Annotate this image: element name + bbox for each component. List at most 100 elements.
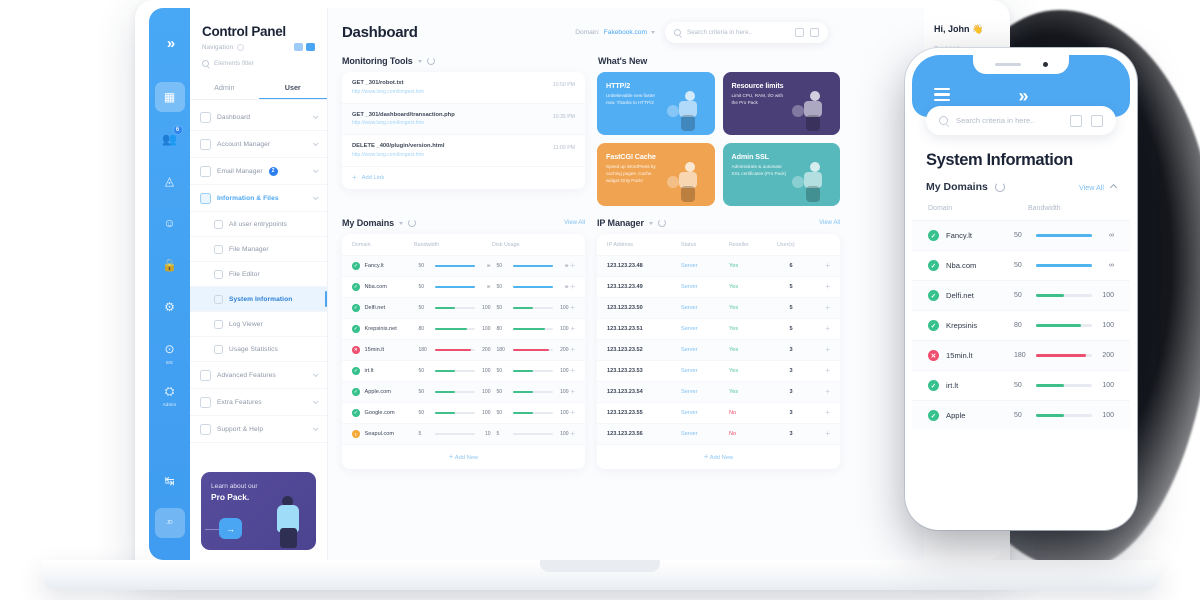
table-row[interactable]: 123.123.23.48 Server Yes 6 +	[597, 255, 840, 276]
sidebar-item-file-manager[interactable]: File Manager	[190, 237, 327, 262]
chevron-up-icon[interactable]	[1109, 183, 1118, 191]
search-input[interactable]: Search criteria in here..	[665, 22, 828, 43]
user-avatar-icon[interactable]: JD	[154, 508, 185, 538]
account-icon[interactable]: ◬	[155, 166, 185, 196]
compose-icon[interactable]	[810, 28, 819, 37]
sidebar-item-dashboard[interactable]: Dashboard	[190, 104, 327, 131]
my-domains-add-new[interactable]: + Add New	[342, 444, 585, 469]
sidebar-item-extra-features[interactable]: Extra Features	[190, 389, 327, 416]
sidebar-item-support-help[interactable]: Support & Help	[190, 416, 327, 443]
phone-table-row[interactable]: ✓ Fancy.lt 50 ∞	[912, 220, 1130, 250]
table-row[interactable]: ✕ 15min.lt 180 200 180 200 +	[342, 339, 585, 360]
table-row[interactable]: ✓ Google.com 50 100 50 100 +	[342, 402, 585, 423]
expand-row-button[interactable]: +	[825, 283, 830, 291]
tab-user[interactable]: User	[258, 76, 327, 99]
add-link-button[interactable]: + Add Link	[342, 167, 585, 189]
monitoring-row[interactable]: GET _301/robot.txt http://www.long.com/lo…	[342, 72, 585, 104]
monitoring-row[interactable]: DELETE _400/plugin/version.html http://ww…	[342, 135, 585, 167]
ip-manager-add-new[interactable]: + Add New	[597, 444, 840, 469]
expand-row-button[interactable]: +	[570, 409, 575, 417]
table-row[interactable]: 123.123.23.54 Server Yes 3 +	[597, 381, 840, 402]
phone-view-all[interactable]: View All	[1079, 183, 1104, 192]
expand-row-button[interactable]: +	[825, 262, 830, 270]
users-icon[interactable]: 👥 6	[155, 124, 185, 154]
phone-table-row[interactable]: ✓ Apple 50 100	[912, 400, 1130, 430]
expand-row-button[interactable]: +	[825, 346, 830, 354]
sidebar-item-all-user-entrypoints[interactable]: All user entrypoints	[190, 212, 327, 237]
table-row[interactable]: 123.123.23.56 Server No 3 +	[597, 423, 840, 444]
view-toggle-group[interactable]	[294, 43, 315, 51]
table-row[interactable]: ✓ Nba.com 50 ∞ 50 ∞ +	[342, 276, 585, 297]
expand-row-button[interactable]: +	[825, 430, 830, 438]
refresh-icon[interactable]	[408, 219, 417, 227]
expand-row-button[interactable]: +	[570, 283, 575, 291]
refresh-icon[interactable]	[994, 182, 1005, 192]
expand-row-button[interactable]: +	[825, 325, 830, 333]
admin-icon[interactable]: ⛭ Admin	[155, 376, 185, 408]
expand-row-button[interactable]: +	[570, 325, 575, 333]
monitoring-row[interactable]: GET _301/dashboard/transaction.php http:/…	[342, 103, 585, 135]
table-row[interactable]: ✓ Fancy.lt 50 ∞ 50 ∞ +	[342, 255, 585, 276]
table-row[interactable]: ✓ Delfi.net 50 100 50 100 +	[342, 297, 585, 318]
whats-new-card[interactable]: HTTP/2 Unbelievable new faster now. Thank…	[597, 72, 715, 135]
table-row[interactable]: 123.123.23.52 Server Yes 3 +	[597, 339, 840, 360]
phone-table-row[interactable]: ✓ irt.lt 50 100	[912, 370, 1130, 400]
table-row[interactable]: ! Seapul.com 5 10 5 100 +	[342, 423, 585, 444]
pro-pack-promo-card[interactable]: Learn about our Pro Pack. →	[201, 472, 316, 550]
chevron-down-icon[interactable]	[399, 221, 404, 225]
refresh-icon[interactable]	[657, 219, 666, 227]
refresh-icon[interactable]	[426, 57, 435, 65]
compose-icon[interactable]	[1091, 114, 1103, 127]
profile-icon[interactable]: ☺	[155, 208, 185, 238]
navigation-help-icon[interactable]	[237, 43, 245, 51]
expand-row-button[interactable]: +	[825, 388, 830, 396]
tab-admin[interactable]: Admin	[190, 76, 259, 99]
filter-icon[interactable]	[795, 28, 804, 37]
my-domains-view-all[interactable]: View All	[564, 220, 585, 226]
whats-new-card[interactable]: Resource limits Limit CPU, RAM, I/O with …	[722, 72, 840, 135]
security-icon[interactable]: 🔒	[155, 250, 185, 280]
table-row[interactable]: 123.123.23.49 Server Yes 5 +	[597, 276, 840, 297]
filter-icon[interactable]	[1070, 114, 1082, 127]
promo-arrow-button[interactable]: →	[219, 518, 242, 539]
sidebar-item-information-files[interactable]: Information & Files	[190, 185, 327, 212]
table-row[interactable]: ✓ Apple.com 50 100 50 100 +	[342, 381, 585, 402]
expand-row-button[interactable]: +	[570, 388, 575, 396]
table-row[interactable]: ✓ Krepsinis.net 80 100 80 100 +	[342, 318, 585, 339]
hamburger-menu-icon[interactable]	[934, 88, 950, 104]
expand-row-button[interactable]: +	[825, 304, 830, 312]
phone-table-row[interactable]: ✓ Krepsinis 80 100	[912, 310, 1130, 340]
sidebar-item-system-information[interactable]: System Information	[190, 287, 327, 312]
sidebar-item-email-manager[interactable]: Email Manager 2	[190, 158, 327, 185]
phone-search-input[interactable]: Search criteria in here..	[926, 106, 1116, 135]
expand-row-button[interactable]: +	[570, 304, 575, 312]
domain-selector[interactable]: Domain: Fakebook.com	[575, 29, 655, 36]
sidebar-item-usage-statistics[interactable]: Usage Statistics	[190, 337, 327, 362]
chevron-down-icon[interactable]	[417, 59, 422, 63]
sidebar-item-account-manager[interactable]: Account Manager	[190, 131, 327, 158]
settings-icon[interactable]: ⚙	[155, 292, 185, 322]
elements-filter-input[interactable]: Elements filter	[202, 60, 315, 67]
expand-row-button[interactable]: +	[570, 346, 575, 354]
sidebar-item-file-editor[interactable]: File Editor	[190, 262, 327, 287]
list-view-icon[interactable]	[294, 43, 303, 51]
language-icon[interactable]: ⊙ EN	[155, 334, 185, 365]
table-row[interactable]: 123.123.23.50 Server Yes 5 +	[597, 297, 840, 318]
logout-icon[interactable]: ↹	[155, 466, 185, 496]
expand-row-button[interactable]: +	[570, 262, 575, 270]
phone-table-row[interactable]: ✓ Nba.com 50 ∞	[912, 250, 1130, 280]
grid-view-icon[interactable]	[306, 43, 315, 51]
expand-row-button[interactable]: +	[570, 430, 575, 438]
chevron-down-icon[interactable]	[648, 221, 653, 225]
dashboard-icon[interactable]: ▦	[154, 82, 185, 112]
table-row[interactable]: ✓ irt.lt 50 100 50 100 +	[342, 360, 585, 381]
expand-row-button[interactable]: +	[825, 409, 830, 417]
expand-row-button[interactable]: +	[825, 367, 830, 375]
phone-table-row[interactable]: ✓ Delfi.net 50 100	[912, 280, 1130, 310]
table-row[interactable]: 123.123.23.51 Server Yes 5 +	[597, 318, 840, 339]
expand-row-button[interactable]: +	[570, 367, 575, 375]
whats-new-card[interactable]: Admin SSL Administrate & automate SSL cer…	[722, 143, 840, 206]
table-row[interactable]: 123.123.23.55 Server No 3 +	[597, 402, 840, 423]
sidebar-item-log-viewer[interactable]: Log Viewer	[190, 312, 327, 337]
phone-table-row[interactable]: ✕ 15min.lt 180 200	[912, 340, 1130, 370]
